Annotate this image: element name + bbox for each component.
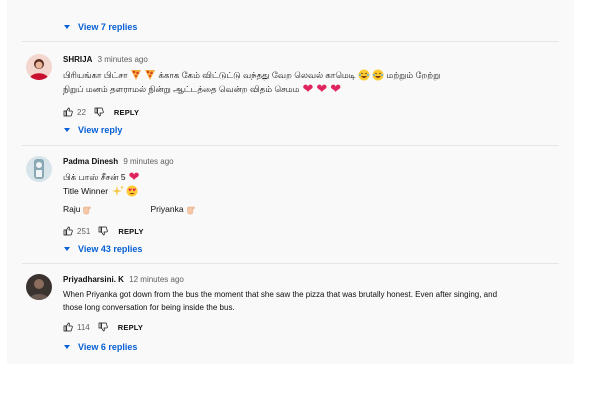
avatar[interactable] xyxy=(26,54,52,80)
like-count: 251 xyxy=(77,226,91,236)
divider xyxy=(22,145,559,146)
comment-item: Padma Dinesh 9 minutes ago பிக் பாஸ் சீச… xyxy=(26,156,566,258)
like-count: 22 xyxy=(77,107,86,117)
view-replies-label: View reply xyxy=(78,125,123,135)
name-pair: Raju Priyanka xyxy=(63,202,566,216)
reply-button[interactable]: REPLY xyxy=(114,108,139,117)
heart-eyes-emoji xyxy=(126,185,138,197)
avatar[interactable] xyxy=(26,156,52,182)
comments-panel: View 7 replies SHRIJA 3 minutes ago பிரி… xyxy=(7,0,574,364)
comment-actions: 22 REPLY xyxy=(63,107,139,117)
view-replies-button[interactable]: View 6 replies xyxy=(62,342,137,352)
comment-timestamp[interactable]: 9 minutes ago xyxy=(123,157,173,166)
sparkles-emoji xyxy=(112,185,125,196)
chevron-down-icon xyxy=(64,128,70,132)
pizza-emoji xyxy=(130,70,141,80)
pizza-emoji xyxy=(144,70,155,80)
thumb-up-icon[interactable] xyxy=(63,107,73,117)
heart-emoji: ❤ xyxy=(128,169,140,184)
laughing-emoji xyxy=(372,69,384,81)
view-replies-label: View 43 replies xyxy=(78,244,143,254)
chevron-down-icon xyxy=(64,25,70,29)
comment-timestamp[interactable]: 3 minutes ago xyxy=(98,55,148,64)
view-replies-label: View 7 replies xyxy=(78,22,138,32)
laughing-emoji xyxy=(358,69,370,81)
thumb-down-icon[interactable] xyxy=(94,107,104,117)
heart-emoji: ❤ xyxy=(330,81,342,96)
view-replies-button[interactable]: View 43 replies xyxy=(62,244,142,254)
reply-button[interactable]: REPLY xyxy=(118,227,143,236)
comment-text: பிரியங்கா பிட்சா க்காக கேம் விட்டுட்டு வ… xyxy=(63,69,441,96)
reply-button[interactable]: REPLY xyxy=(118,323,143,332)
comment-author[interactable]: Padma Dinesh xyxy=(63,157,118,166)
view-replies-button[interactable]: View 7 replies xyxy=(62,22,137,32)
divider xyxy=(22,263,559,264)
chevron-down-icon xyxy=(64,247,70,251)
comment-actions: 251 REPLY xyxy=(63,226,144,236)
comment-actions: 114 REPLY xyxy=(63,322,143,332)
comment-text: When Priyanka got down from the bus the … xyxy=(63,290,498,312)
pointing-hand-emoji xyxy=(83,206,92,215)
divider xyxy=(22,41,559,42)
like-count: 114 xyxy=(77,322,90,332)
pointing-hand-emoji xyxy=(186,206,195,215)
comment-author[interactable]: SHRIJA xyxy=(63,55,92,64)
thumb-down-icon[interactable] xyxy=(98,226,109,236)
chevron-down-icon xyxy=(64,345,70,349)
thumb-up-icon[interactable] xyxy=(63,226,73,236)
heart-emoji: ❤ xyxy=(302,81,314,96)
view-replies-button[interactable]: View reply xyxy=(62,125,122,135)
thumb-down-icon[interactable] xyxy=(98,322,108,332)
heart-emoji: ❤ xyxy=(316,81,328,96)
avatar[interactable] xyxy=(26,274,52,300)
thumb-up-icon[interactable] xyxy=(63,322,73,332)
comment-timestamp[interactable]: 12 minutes ago xyxy=(129,275,184,284)
comment-author[interactable]: Priyadharsini. K xyxy=(63,275,124,284)
view-replies-label: View 6 replies xyxy=(78,342,138,352)
comment-item: SHRIJA 3 minutes ago பிரியங்கா பிட்சா க்… xyxy=(26,54,566,144)
comment-text: பிக் பாஸ் சீசன் 5 ❤ Title Winner Raju Pr… xyxy=(63,170,566,216)
comment-item: Priyadharsini. K 12 minutes ago When Pri… xyxy=(26,274,566,358)
